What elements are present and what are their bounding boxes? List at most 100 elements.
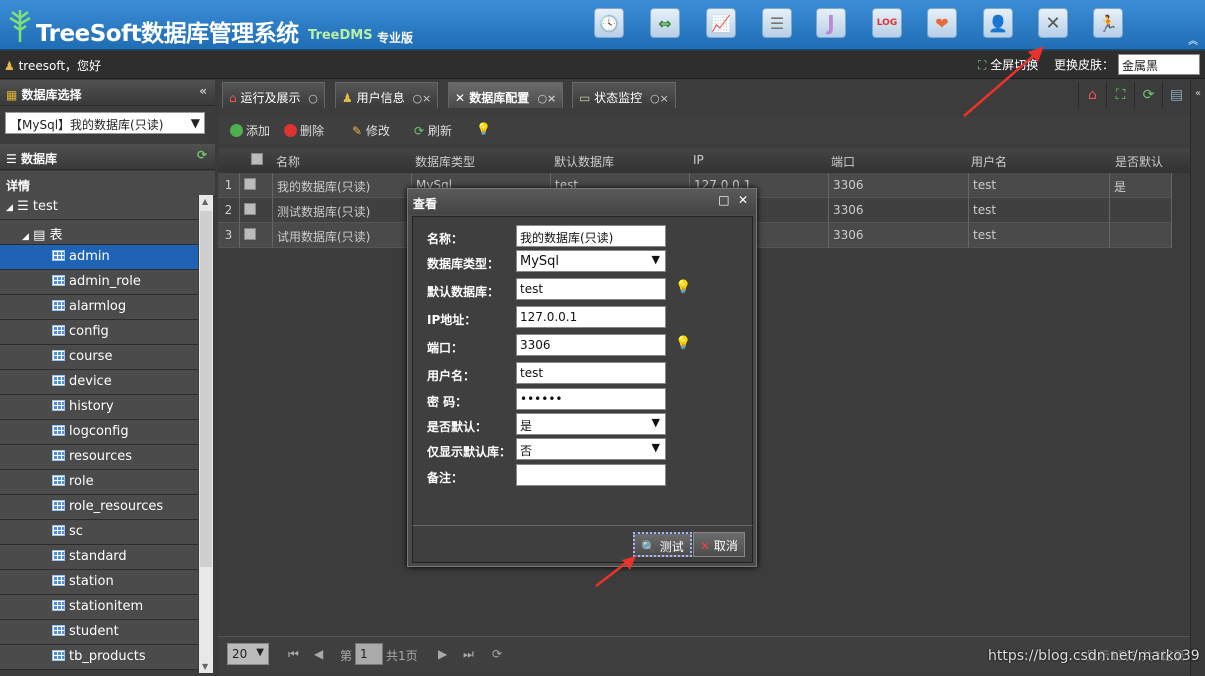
runner-icon[interactable]: 🏃 [1093,8,1123,38]
collapse-left-icon[interactable]: « [199,84,207,98]
fullscreen-icon[interactable]: ⛶ [1106,82,1134,108]
last-page-icon[interactable]: ⏭ [463,647,474,662]
refresh-icon[interactable]: ⟳ [1134,82,1162,108]
grid-cell-num[interactable]: 2 [218,198,240,223]
delete-button[interactable]: 删除 [284,122,324,139]
tree-table-item[interactable]: station [0,570,198,595]
home-icon[interactable]: ⌂ [1078,82,1106,108]
collapse-header-icon[interactable]: ︽ [1188,32,1198,47]
grid-cell-port[interactable]: 3306 [829,173,969,198]
tree-folder-tables[interactable]: ◢ ▤ 表 [0,220,198,245]
tree-table-item[interactable]: student [0,620,198,645]
grid-cell-default[interactable] [1110,198,1172,223]
tree-table-item[interactable]: role [0,470,198,495]
hint-button[interactable]: 💡 [476,122,491,136]
tree-table-item[interactable]: stationitem [0,595,198,620]
username-field[interactable]: test [516,362,666,384]
window-icon[interactable]: ▤ [1162,82,1190,108]
row-checkbox[interactable] [240,223,273,248]
left-scrollbar[interactable]: ▲ ▼ [199,195,213,673]
bulb-icon[interactable]: 💡 [675,336,691,351]
detail-header[interactable]: 详情 [0,171,215,197]
next-page-icon[interactable]: ▶ [438,647,447,661]
grid-cell-num[interactable]: 1 [218,173,240,198]
tab-close-icon[interactable]: ○× [412,92,431,105]
tree-table-item[interactable]: tb_products [0,645,198,670]
database-icon[interactable]: ☰ [762,8,792,38]
page-size-select[interactable]: 20 ▼ [227,643,269,665]
tree-root-test[interactable]: ◢ ☰ test [0,195,198,220]
tools-icon[interactable]: ✕ [1038,8,1068,38]
page-input[interactable]: 1 [355,643,383,665]
tree-table-item[interactable]: alarmlog [0,295,198,320]
grid-cell-default[interactable]: 是 [1110,173,1172,198]
maximize-icon[interactable]: □ [718,193,729,207]
row-checkbox[interactable] [240,173,273,198]
fullscreen-toggle[interactable]: ⛶ 全屏切换 [978,56,1038,73]
collapse-right-icon[interactable]: « [1195,88,1201,99]
tree-table-item[interactable]: admin [0,245,198,270]
grid-cell-user[interactable]: test [969,198,1110,223]
col-ip[interactable]: IP [693,153,704,167]
tree-table-item[interactable]: standard [0,545,198,570]
tree-table-item[interactable]: sc [0,520,198,545]
skin-select[interactable]: 金属黑 [1118,54,1200,75]
name-field[interactable]: 我的数据库(只读) [516,225,666,247]
tree-table-item[interactable]: config [0,320,198,345]
add-button[interactable]: 添加 [230,122,270,139]
col-port[interactable]: 端口 [831,153,855,170]
expand-icon[interactable]: ◢ [22,232,29,242]
col-user[interactable]: 用户名 [971,153,1007,170]
switch-arrows-icon[interactable]: ⇔ [650,8,680,38]
tree-table-item[interactable]: role_resources [0,495,198,520]
refresh-tree-icon[interactable]: ⟳ [197,148,207,162]
log-icon[interactable]: LOG [872,8,902,38]
tree-table-item[interactable]: course [0,345,198,370]
prev-page-icon[interactable]: ◀ [314,647,323,661]
close-icon[interactable]: ✕ [738,193,748,207]
tree-table-item[interactable]: device [0,370,198,395]
grid-cell-port[interactable]: 3306 [829,223,969,248]
checkbox[interactable] [244,228,256,240]
tab-status-monitor[interactable]: ▭ 状态监控 ○× [572,82,676,108]
checkbox[interactable] [244,178,256,190]
col-is-default[interactable]: 是否默认 [1115,153,1163,170]
scroll-thumb[interactable] [200,211,212,567]
grid-cell-name[interactable]: 试用数据库(只读) [273,223,412,248]
tab-db-config[interactable]: ✕ 数据库配置 ○× [448,82,564,108]
checkbox[interactable] [244,203,256,215]
grid-cell-default[interactable] [1110,223,1172,248]
heart-icon[interactable]: ❤ [927,8,957,38]
tree-table-item[interactable]: admin_role [0,270,198,295]
tab-run-display[interactable]: ⌂ 运行及展示 ○ [222,82,325,108]
scroll-down-icon[interactable]: ▼ [202,662,208,671]
reload-icon[interactable]: ⟳ [492,647,502,661]
show-default-only-select[interactable]: 否 ▼ [516,438,666,460]
grid-cell-num[interactable]: 3 [218,223,240,248]
cancel-button[interactable]: ✕ 取消 [693,532,745,557]
header-checkbox[interactable] [251,153,263,168]
db-type-select[interactable]: MySql ▼ [516,250,666,272]
tree-table-item[interactable]: resources [0,445,198,470]
ip-field[interactable]: 127.0.0.1 [516,306,666,328]
grid-cell-user[interactable]: test [969,173,1110,198]
remark-field[interactable] [516,464,666,486]
edit-button[interactable]: ✎ 修改 [352,122,390,139]
test-button[interactable]: 🔍 测试 [633,532,692,557]
right-collapse-strip[interactable]: « [1190,80,1205,676]
scroll-up-icon[interactable]: ▲ [202,197,208,206]
password-field[interactable]: •••••• [516,388,666,410]
expand-icon[interactable]: ◢ [6,203,13,213]
refresh-button[interactable]: ⟳ 刷新 [414,122,452,139]
tab-user-info[interactable]: ♟ 用户信息 ○× [335,82,439,108]
bulb-icon[interactable]: 💡 [675,280,691,295]
first-page-icon[interactable]: ⏮ [288,647,299,662]
j-icon[interactable]: J [816,8,846,38]
grid-cell-name[interactable]: 测试数据库(只读) [273,198,412,223]
tree-table-item[interactable]: history [0,395,198,420]
tree-table-item[interactable]: logconfig [0,420,198,445]
grid-cell-name[interactable]: 我的数据库(只读) [273,173,412,198]
col-name[interactable]: 名称 [276,153,300,170]
chart-icon[interactable]: 📈 [706,8,736,38]
tab-close-icon[interactable]: ○× [650,92,669,105]
